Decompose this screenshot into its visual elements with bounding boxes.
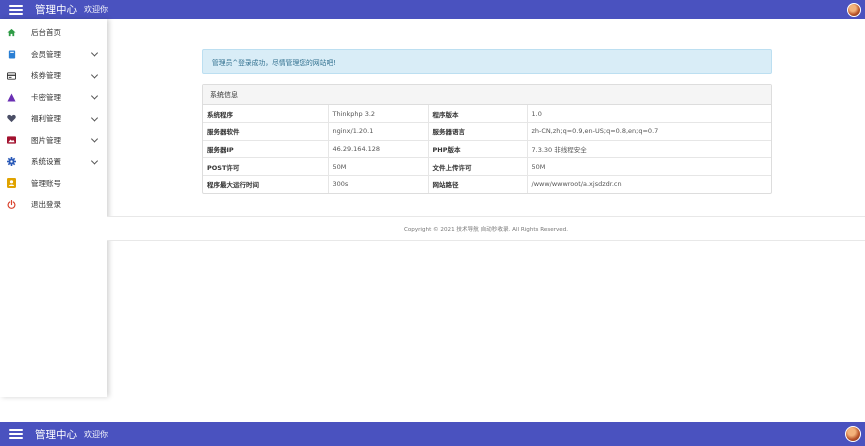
info-value: /www/wwwroot/a.xjsdzdr.cn	[531, 180, 622, 189]
copyright-text: Copyright © 2021 技术导航 自动秒收录. All Rights …	[403, 226, 569, 233]
chevron-down-icon	[90, 49, 99, 57]
sidebar-item-label: 退出登录	[31, 200, 61, 210]
chevron-down-icon	[90, 135, 99, 143]
app-title: 管理中心	[35, 428, 77, 441]
table-row: 服务器IP 46.29.164.128 PHP版本 7.3.30 非线程安全	[203, 140, 771, 159]
sidebar-item-logout[interactable]: 退出登录	[0, 194, 107, 216]
info-value: 50M	[527, 157, 771, 176]
sidebar-item-members[interactable]: 会员管理	[0, 44, 107, 66]
avatar[interactable]	[847, 2, 861, 17]
welcome-text: 欢迎你	[84, 429, 108, 439]
table-row: 系统程序 Thinkphp 3.2 程序版本 1.0	[203, 105, 771, 124]
sidebar-item-images[interactable]: 图片管理	[0, 130, 107, 152]
chevron-down-icon	[90, 157, 99, 165]
heart-icon	[7, 114, 16, 123]
triangle-icon	[7, 93, 16, 102]
sidebar-item-label: 后台首页	[31, 28, 61, 38]
info-key: 服务器软件	[203, 122, 329, 141]
info-key: POST许可	[203, 157, 329, 176]
info-key: 程序版本	[428, 105, 528, 124]
sidebar-item-welfare[interactable]: 福利管理	[0, 108, 107, 130]
sidebar-item-home[interactable]: 后台首页	[0, 22, 107, 44]
sidebar-item-label: 卡密管理	[31, 92, 61, 102]
chevron-down-icon	[90, 114, 99, 122]
panel-title: 系统信息	[203, 85, 771, 105]
info-value: 300s	[328, 175, 429, 193]
home-icon	[7, 28, 16, 37]
sidebar: 后台首页 会员管理 核券管理 卡密管理 福利管理 图片管理 系统设置 管理账号 …	[0, 19, 107, 397]
bottom-navbar: 管理中心 欢迎你	[0, 422, 865, 446]
info-value: 46.29.164.128	[328, 140, 429, 159]
info-key: 程序最大运行时间	[203, 175, 329, 193]
info-key: 网站路径	[428, 175, 528, 193]
info-key: PHP版本	[428, 140, 528, 159]
info-value: zh-CN,zh;q=0.9,en-US;q=0.8,en;q=0.7	[527, 122, 771, 141]
panel-title-text: 系统信息	[210, 90, 238, 99]
chevron-down-icon	[90, 71, 99, 79]
table-row: 服务器软件 nginx/1.20.1 服务器语言 zh-CN,zh;q=0.9,…	[203, 122, 771, 141]
info-key: 系统程序	[203, 105, 329, 124]
info-value: 7.3.30 非线程安全	[527, 140, 771, 159]
sidebar-item-label: 管理账号	[31, 178, 61, 188]
sidebar-item-label: 福利管理	[31, 114, 61, 124]
table-row: 程序最大运行时间 300s 网站路径 /www/wwwroot/a.xjsdzd…	[203, 175, 771, 193]
gear-icon	[7, 157, 16, 167]
footer: Copyright © 2021 技术导航 自动秒收录. All Rights …	[107, 216, 865, 241]
system-info-panel: 系统信息 系统程序 Thinkphp 3.2 程序版本 1.0 服务器软件 ng…	[202, 84, 772, 194]
top-navbar: 管理中心 欢迎你	[0, 0, 865, 19]
sidebar-item-label: 会员管理	[31, 49, 61, 59]
power-icon	[7, 200, 16, 210]
card-icon	[7, 71, 16, 80]
menu-toggle-icon[interactable]	[9, 4, 23, 15]
alert-text: 管理员^登录成功，尽情管理您的网站吧!	[212, 58, 336, 67]
info-value: Thinkphp 3.2	[328, 105, 429, 124]
info-key: 文件上传许可	[428, 157, 528, 176]
image-icon	[7, 136, 16, 145]
info-key: 服务器IP	[203, 140, 329, 159]
info-key: 服务器语言	[428, 122, 528, 141]
info-value: 1.0	[527, 105, 771, 124]
welcome-text: 欢迎你	[84, 5, 108, 14]
user-card-icon	[7, 178, 16, 189]
sidebar-item-label: 图片管理	[31, 135, 61, 145]
table-row: POST许可 50M 文件上传许可 50M	[203, 157, 771, 176]
info-value: 50M	[328, 157, 429, 176]
sidebar-item-coupons[interactable]: 核券管理	[0, 65, 107, 87]
info-value: nginx/1.20.1	[328, 122, 429, 141]
app-title: 管理中心	[35, 4, 77, 16]
sidebar-item-label: 系统设置	[31, 157, 61, 167]
avatar[interactable]	[845, 426, 861, 442]
login-success-alert: 管理员^登录成功，尽情管理您的网站吧!	[202, 49, 772, 74]
sidebar-item-settings[interactable]: 系统设置	[0, 151, 107, 173]
chevron-down-icon	[90, 92, 99, 100]
sidebar-item-label: 核券管理	[31, 71, 61, 81]
system-info-table: 系统程序 Thinkphp 3.2 程序版本 1.0 服务器软件 nginx/1…	[203, 105, 771, 193]
main-content: 管理员^登录成功，尽情管理您的网站吧! 系统信息 系统程序 Thinkphp 3…	[202, 49, 772, 194]
sidebar-item-admin-account[interactable]: 管理账号	[0, 173, 107, 195]
sidebar-item-card-keys[interactable]: 卡密管理	[0, 87, 107, 109]
menu-toggle-icon[interactable]	[9, 429, 23, 439]
book-icon	[7, 50, 16, 59]
